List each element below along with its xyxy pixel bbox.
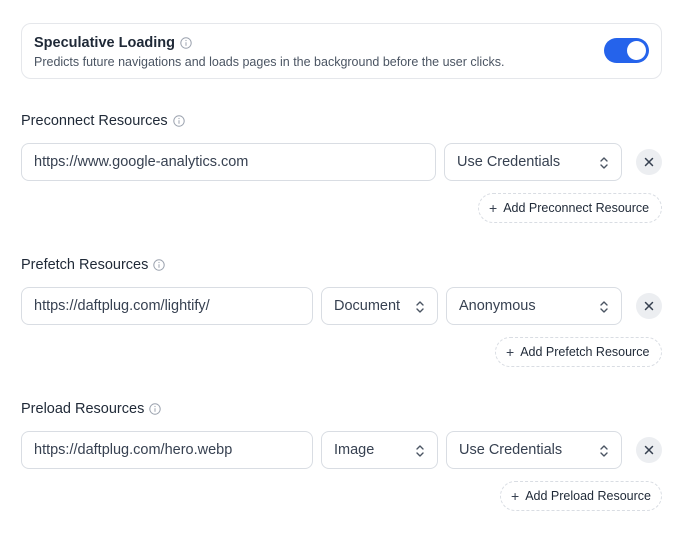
add-preconnect-resource-button[interactable]: + Add Preconnect Resource (478, 193, 662, 223)
speculative-loading-heading: Speculative Loading (34, 35, 192, 51)
toggle-knob (627, 41, 646, 60)
prefetch-crossorigin-value: Anonymous (459, 298, 536, 314)
preload-type-value: Image (334, 442, 375, 458)
add-prefetch-label: Add Prefetch Resource (520, 345, 650, 359)
info-icon[interactable] (180, 37, 192, 49)
preconnect-crossorigin-select[interactable]: Use Credentials (444, 143, 622, 181)
close-icon (644, 157, 654, 167)
preload-url-value: https://daftplug.com/hero.webp (34, 442, 233, 458)
preconnect-url-value: https://www.google-analytics.com (34, 154, 249, 170)
preload-title: Preload Resources (21, 401, 145, 417)
plus-icon: + (506, 344, 515, 360)
chevron-up-down-icon (416, 445, 424, 457)
preconnect-section-heading: Preconnect Resources (21, 113, 185, 129)
prefetch-section-heading: Prefetch Resources (21, 257, 166, 273)
add-prefetch-resource-button[interactable]: + Add Prefetch Resource (495, 337, 662, 367)
preload-type-select[interactable]: Image (321, 431, 438, 469)
resource-hints-panel: Speculative Loading Predicts future navi… (0, 0, 685, 541)
prefetch-crossorigin-select[interactable]: Anonymous (446, 287, 622, 325)
preload-crossorigin-select[interactable]: Use Credentials (446, 431, 622, 469)
chevron-up-down-icon (416, 301, 424, 313)
prefetch-remove-button[interactable] (636, 293, 662, 319)
chevron-up-down-icon (600, 301, 608, 313)
prefetch-url-value: https://daftplug.com/lightify/ (34, 298, 210, 314)
preload-crossorigin-value: Use Credentials (459, 442, 563, 458)
speculative-loading-card: Speculative Loading Predicts future navi… (21, 23, 662, 79)
add-preload-resource-button[interactable]: + Add Preload Resource (500, 481, 662, 511)
preconnect-url-input[interactable]: https://www.google-analytics.com (21, 143, 436, 181)
plus-icon: + (489, 200, 498, 216)
chevron-up-down-icon (600, 445, 608, 457)
preconnect-crossorigin-value: Use Credentials (457, 154, 561, 170)
prefetch-url-input[interactable]: https://daftplug.com/lightify/ (21, 287, 313, 325)
plus-icon: + (511, 488, 520, 504)
preload-url-input[interactable]: https://daftplug.com/hero.webp (21, 431, 313, 469)
preload-section-heading: Preload Resources (21, 401, 162, 417)
chevron-up-down-icon (600, 157, 608, 169)
preload-remove-button[interactable] (636, 437, 662, 463)
prefetch-title: Prefetch Resources (21, 257, 149, 273)
close-icon (644, 301, 654, 311)
prefetch-type-value: Document (334, 298, 401, 314)
prefetch-type-select[interactable]: Document (321, 287, 438, 325)
close-icon (644, 445, 654, 455)
add-preconnect-label: Add Preconnect Resource (503, 201, 650, 215)
speculative-loading-toggle[interactable] (604, 38, 649, 63)
preconnect-title: Preconnect Resources (21, 113, 168, 129)
info-icon[interactable] (149, 403, 162, 415)
info-icon[interactable] (172, 115, 185, 127)
info-icon[interactable] (153, 259, 166, 271)
speculative-loading-description: Predicts future navigations and loads pa… (34, 55, 505, 69)
speculative-loading-title: Speculative Loading (34, 35, 175, 51)
add-preload-label: Add Preload Resource (525, 489, 651, 503)
preconnect-remove-button[interactable] (636, 149, 662, 175)
